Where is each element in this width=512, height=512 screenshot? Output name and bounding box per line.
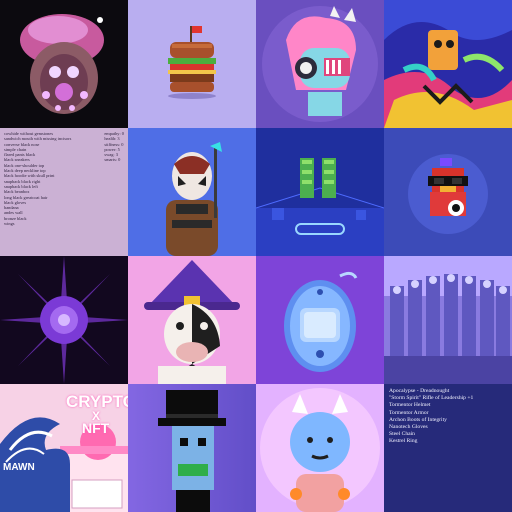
loot-stat: smarts: 0 — [104, 157, 121, 163]
cyber-room-art — [256, 128, 384, 256]
pixel-bird-art — [384, 128, 512, 256]
masked-figure-art — [0, 0, 128, 128]
tile-masked-warrior[interactable] — [128, 128, 256, 256]
crypto-caption: MAWN — [3, 462, 35, 473]
tile-loot-list[interactable]: cowhide without gemstones sandwich mouth… — [0, 128, 128, 256]
tile-cyber-room[interactable] — [256, 128, 384, 256]
tile-star-orb[interactable] — [0, 256, 128, 384]
masked-warrior-art — [128, 128, 256, 256]
tile-robot-dino[interactable] — [256, 0, 384, 128]
loot-items: cowhide without gemstones sandwich mouth… — [4, 131, 71, 253]
colorful-abstract-art — [384, 0, 512, 128]
gear-item: Archon Boots of Integrity — [389, 416, 447, 423]
tile-pixel-bird[interactable] — [384, 128, 512, 256]
loot-item: wings — [4, 221, 15, 227]
tile-gear-list[interactable]: Apocalypse - Dreadnought "Storm Spirit" … — [384, 384, 512, 512]
crypto-nft: NFT — [82, 420, 110, 436]
gear-item: Tormentor Helmet — [389, 402, 431, 409]
tile-tophat-punk[interactable] — [128, 384, 256, 512]
tile-colorful-abstract[interactable] — [384, 0, 512, 128]
tamagotchi-device-icon — [256, 256, 384, 384]
tile-robot-army[interactable] — [384, 256, 512, 384]
top-hat-icon — [128, 384, 256, 512]
loot-item: sandwich mouth with missing incisors — [4, 136, 72, 142]
gear-item: Tormentor Armor — [389, 409, 429, 416]
tile-horned-kid[interactable] — [256, 384, 384, 512]
gear-item: Steel Chain — [389, 431, 415, 438]
purple-star-orb-icon — [0, 256, 128, 384]
tile-crypto-nft-wave[interactable]: CRYPTO X NFT MAWN — [0, 384, 128, 512]
loot-stats: empathy: 0 health: 3 stiffness: 0 power:… — [104, 131, 124, 253]
gear-item: Kestrel Ring — [389, 438, 418, 445]
robot-army-art — [384, 256, 512, 384]
burger-flag-icon — [128, 0, 256, 128]
gear-item: "Storm Spirit" Rifle of Leadership +1 — [389, 395, 474, 402]
horned-kid-art — [256, 384, 384, 512]
gear-item: Nanotech Gloves — [389, 424, 428, 431]
wizard-cow-art — [128, 256, 256, 384]
tile-tamagotchi[interactable] — [256, 256, 384, 384]
robot-dino-art — [256, 0, 384, 128]
tile-pixel-burger[interactable] — [128, 0, 256, 128]
tile-masked-figure[interactable] — [0, 0, 128, 128]
tile-wizard-cow[interactable] — [128, 256, 256, 384]
nft-gallery-grid: cowhide without gemstones sandwich mouth… — [0, 0, 512, 512]
